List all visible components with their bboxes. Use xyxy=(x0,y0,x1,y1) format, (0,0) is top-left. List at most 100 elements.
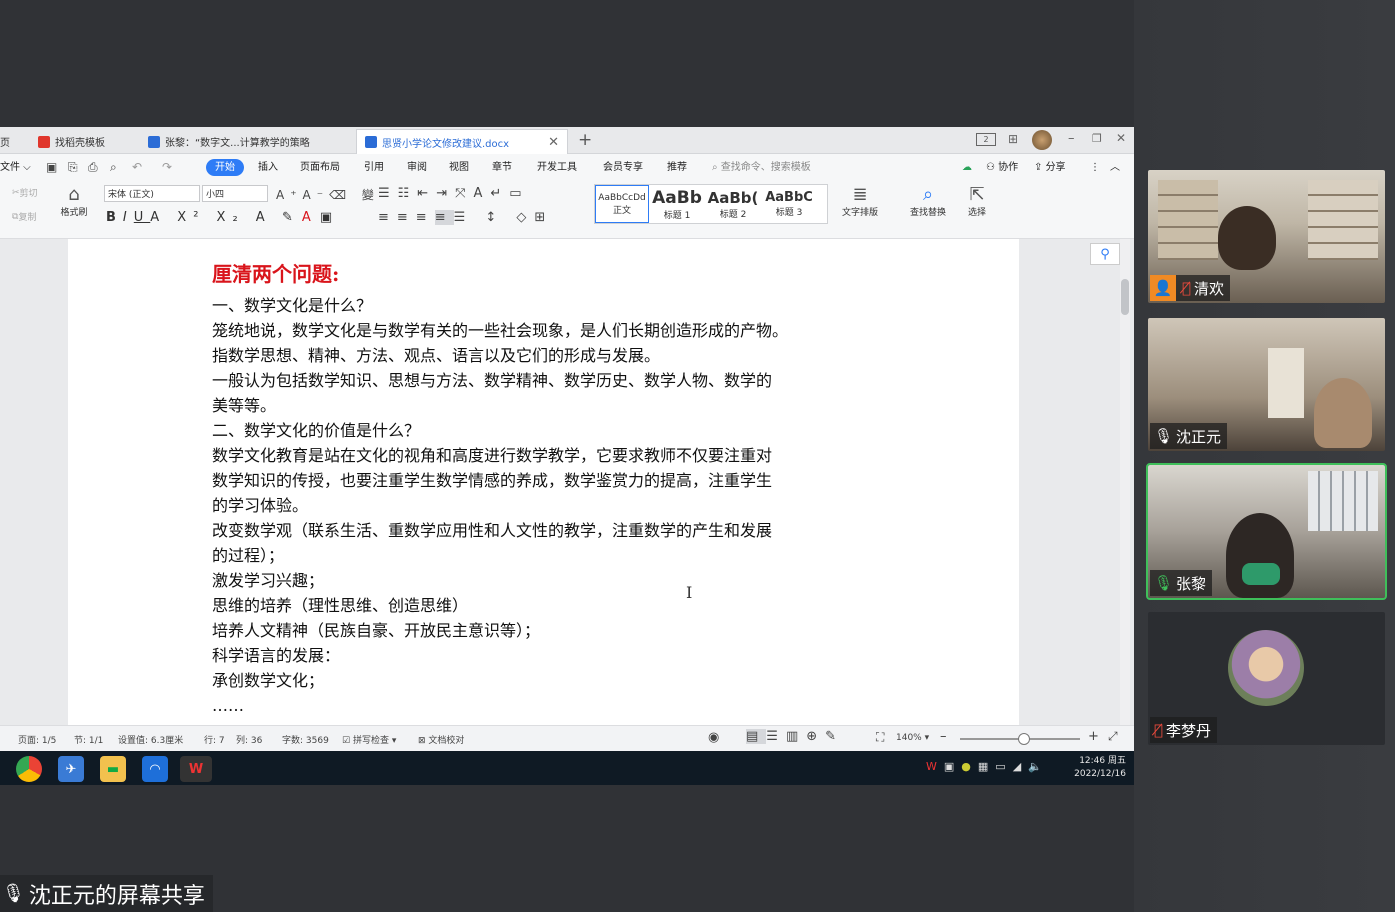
vertical-scrollbar[interactable] xyxy=(1120,239,1130,725)
doc-proof-label: 文档校对 xyxy=(428,736,465,746)
participant-name: 清欢 xyxy=(1194,279,1225,298)
collab-button[interactable]: ⚇ 协作 xyxy=(986,159,1018,176)
new-tab-icon[interactable]: + xyxy=(578,130,592,150)
file-explorer-icon[interactable]: ▬ xyxy=(100,756,126,782)
select-button[interactable]: ⇱ 选择 xyxy=(968,184,986,218)
feishu-icon[interactable]: ✈ xyxy=(58,756,84,782)
layout-icon[interactable]: 2 xyxy=(976,133,996,146)
close-icon[interactable]: ✕ xyxy=(548,135,559,150)
tab-stub[interactable]: 页 xyxy=(0,129,24,154)
font-name-value: 宋体 (正文) xyxy=(108,190,154,200)
restore-icon[interactable]: ❐ xyxy=(1092,132,1102,145)
status-section: 节: 1/1 xyxy=(74,736,104,746)
doc-line: 激发学习兴趣； xyxy=(212,571,325,590)
status-word-count[interactable]: 字数: 3569 xyxy=(282,733,329,746)
doc-line: 二、数学文化的价值是什么？ xyxy=(212,421,421,440)
style-normal[interactable]: AaBbCcDd 正文 xyxy=(595,185,649,223)
tab-zhangli-doc[interactable]: 张黎：“数字文...计算教学的策略 xyxy=(140,129,352,154)
text-layout-button[interactable]: ≣ 文字排版 xyxy=(842,184,878,218)
participant-tile[interactable]: 🎙̸ 李梦丹 xyxy=(1148,612,1385,745)
font-name-select[interactable]: 宋体 (正文) xyxy=(104,185,200,202)
highlight-color-icons[interactable]: ✎ A ▣ xyxy=(282,210,341,225)
participant-tile[interactable]: 👤 🎙̸ 清欢 xyxy=(1148,170,1385,303)
ribbon-toolbar: ✂ 剪切 ⧉ 复制 ⌂ 格式刷 宋体 (正文) 小四 A⁺A⁻⌫ 變 BIUA X… xyxy=(0,180,1134,239)
spell-check-button[interactable]: ☑ 拼写检查 ▾ xyxy=(342,733,396,746)
font-grow-shrink-icons[interactable]: A⁺A⁻⌫ 變 xyxy=(276,186,380,203)
participant-tile[interactable]: 🎙 沈正元 xyxy=(1148,318,1385,451)
menu-member[interactable]: 会员专享 xyxy=(603,159,643,176)
list-icons[interactable]: ☰☷⇤⇥⤧A↵▭ xyxy=(378,186,530,201)
menu-home[interactable]: 开始 xyxy=(206,159,244,176)
menu-review[interactable]: 审阅 xyxy=(407,159,427,176)
chrome-icon[interactable] xyxy=(16,756,42,782)
print-icon[interactable]: ⎙ xyxy=(88,159,98,176)
format-painter-button[interactable]: ⌂ 格式刷 xyxy=(58,184,90,218)
doc-line: 一、数学文化是什么？ xyxy=(212,296,373,315)
save-icon[interactable]: ▣ xyxy=(46,159,57,176)
font-format-icons[interactable]: BIUA X² X₂ A xyxy=(106,210,272,225)
style-heading-1[interactable]: AaBb 标题 1 xyxy=(649,185,705,223)
zoom-value: 140% xyxy=(896,733,922,743)
tab-docer-templates[interactable]: 找稻壳模板 xyxy=(30,129,134,154)
collapse-ribbon-icon[interactable]: ︿ xyxy=(1110,159,1120,176)
zoom-in-icon[interactable]: + xyxy=(1088,729,1099,744)
zoom-level[interactable]: 140% ▾ xyxy=(896,733,929,743)
view-mode-icons[interactable]: ▤☰▥⊕✎ xyxy=(746,729,844,744)
location-pin-icon[interactable]: ⚲ xyxy=(1090,243,1120,265)
zoom-out-icon[interactable]: – xyxy=(940,729,947,744)
scrollbar-thumb[interactable] xyxy=(1121,279,1129,315)
system-tray-icons[interactable]: W▣●▦▭◢🔈 xyxy=(926,760,1049,773)
wps-icon[interactable]: W xyxy=(180,756,212,782)
tab-active-doc[interactable]: 思贤小学论文修改建议.docx ✕ xyxy=(356,129,568,154)
participant-name-tag: 🎙̸ 李梦丹 xyxy=(1150,717,1218,743)
find-replace-button[interactable]: ⌕ 查找替换 xyxy=(910,184,946,218)
document-text[interactable]: 厘清两个问题: 一、数学文化是什么？ 笼统地说，数学文化是与数学有关的一些社会现… xyxy=(212,259,912,718)
menu-chapter[interactable]: 章节 xyxy=(492,159,512,176)
style-heading-3[interactable]: AaBbC 标题 3 xyxy=(761,185,817,223)
doc-proof-button[interactable]: ⊠ 文档校对 xyxy=(418,733,464,746)
align-icons[interactable]: ≡≡≡ ≡ ☰ ↕ ◇⊞ xyxy=(378,210,553,225)
minimize-icon[interactable]: – xyxy=(1068,131,1075,146)
zoom-slider[interactable] xyxy=(960,733,1080,745)
style-label: 标题 3 xyxy=(775,208,803,218)
share-button[interactable]: ⇪ 分享 xyxy=(1034,159,1066,176)
status-page[interactable]: 页面: 1/5 xyxy=(18,733,56,746)
command-search[interactable]: ⌕ 查找命令、搜索模板 xyxy=(712,159,811,176)
more-icon[interactable]: ⋮ xyxy=(1090,159,1100,176)
style-heading-2[interactable]: AaBb(标题 2 xyxy=(705,185,761,223)
menu-view[interactable]: 视图 xyxy=(449,159,469,176)
face-mask xyxy=(1242,563,1280,585)
tencent-meeting-icon[interactable]: ◠ xyxy=(142,756,168,782)
menu-recommend[interactable]: 推荐 xyxy=(667,159,687,176)
eye-protect-icon[interactable]: ◉ xyxy=(708,730,719,745)
participant-name-tag: 🎙 沈正元 xyxy=(1150,423,1228,449)
export-icon[interactable]: ⎘ xyxy=(68,159,78,176)
close-window-icon[interactable]: ✕ xyxy=(1116,131,1126,145)
zoom-slider-handle[interactable] xyxy=(1018,733,1030,745)
participant-tile-active-speaker[interactable]: 🎙 张黎 xyxy=(1146,463,1387,600)
undo-icon[interactable]: ↶ xyxy=(132,159,142,176)
participant-name-tag: 🎙 张黎 xyxy=(1150,570,1213,596)
window-blinds xyxy=(1308,471,1378,531)
text-layout-icon: ≣ xyxy=(852,184,868,205)
menu-dev-tools[interactable]: 开发工具 xyxy=(537,159,577,176)
menu-file[interactable]: 文件 ⌵ xyxy=(0,159,31,176)
menu-references[interactable]: 引用 xyxy=(364,159,384,176)
redo-icon[interactable]: ↷ xyxy=(162,159,172,176)
share-label-text: 沈正元的屏幕共享 xyxy=(28,883,205,909)
tab-label: 找稻壳模板 xyxy=(55,138,105,149)
menu-insert[interactable]: 插入 xyxy=(258,159,278,176)
menu-page-layout[interactable]: 页面布局 xyxy=(300,159,340,176)
cut-button[interactable]: ✂ 剪切 xyxy=(12,186,38,200)
font-size-select[interactable]: 小四 xyxy=(202,185,268,202)
fit-page-icon[interactable]: ⛶ xyxy=(876,730,884,745)
avatar[interactable] xyxy=(1032,130,1052,150)
copy-button[interactable]: ⧉ 复制 xyxy=(12,210,36,224)
preview-icon[interactable]: ⌕ xyxy=(110,159,117,176)
system-clock[interactable]: 12:46 周五 2022/12/16 xyxy=(1074,755,1126,781)
participants-panel: 👤 🎙̸ 清欢 🎙 沈正元 🎙 张黎 🎙̸ 李梦丹 xyxy=(1134,0,1395,912)
cloud-sync-icon[interactable]: ☁ xyxy=(962,159,972,176)
grid-icon[interactable]: ⊞ xyxy=(1008,132,1018,146)
fullscreen-icon[interactable]: ⤢ xyxy=(1108,729,1118,744)
text-cursor-icon: I xyxy=(686,583,693,602)
